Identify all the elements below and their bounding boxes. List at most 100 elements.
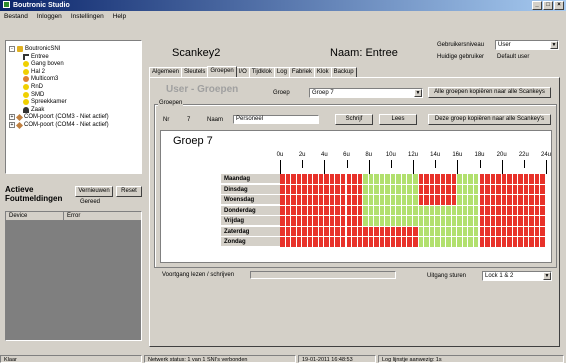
- name-label: Naam: [207, 117, 224, 123]
- device-tree[interactable]: - BoutronicSNI Entree Gang boven Hal 2 Multic…: [5, 40, 142, 174]
- schedule-cell[interactable]: [540, 195, 546, 206]
- tab-groepen[interactable]: Groepen: [207, 66, 237, 77]
- menu-help[interactable]: Help: [113, 11, 126, 22]
- tab-algemeen[interactable]: Algemeen: [149, 67, 183, 77]
- progress-bar: [250, 271, 396, 279]
- bulb-icon: [23, 68, 29, 75]
- hour-label: 14u: [430, 152, 441, 158]
- user-level-select[interactable]: User ▼: [495, 40, 559, 50]
- expand-icon[interactable]: +: [9, 114, 15, 121]
- hour-tick: [501, 160, 503, 174]
- tab-log[interactable]: Log: [273, 67, 290, 77]
- nr-label: Nr: [163, 117, 170, 123]
- hour-label: 16u: [452, 152, 463, 158]
- expand-icon[interactable]: +: [9, 122, 15, 128]
- schedule-grid[interactable]: Maandag Dinsdag Woensdag Donderdag Vrijdag Za…: [221, 174, 546, 261]
- entrance-icon: [23, 53, 29, 60]
- tab-backup[interactable]: Backup: [330, 67, 357, 77]
- day-label: Donderdag: [221, 205, 280, 216]
- hour-label: 10u: [385, 152, 396, 158]
- nr-value: 7: [187, 117, 191, 123]
- minimize-button[interactable]: _: [532, 1, 542, 10]
- bulb-icon: [23, 99, 29, 106]
- window-titlebar[interactable]: Boutronic Studio _ □ ×: [0, 0, 566, 11]
- status-network: Netwerk status: 1 van 1 SNI's verbonden: [144, 355, 296, 363]
- schedule-cell[interactable]: [540, 184, 546, 195]
- read-button[interactable]: Lees: [379, 114, 417, 125]
- output-select[interactable]: Lock 1 & 2 ▼: [482, 271, 552, 281]
- schedule-cell[interactable]: [540, 174, 546, 185]
- tab-tijdklok[interactable]: Tijdklok: [248, 67, 275, 77]
- group-schedule: Groep 7 Maandag Dinsdag Woensdag Donderdag V…: [160, 130, 552, 263]
- maximize-button[interactable]: □: [543, 1, 553, 10]
- menu-inloggen[interactable]: Inloggen: [37, 11, 62, 22]
- hour-label: 18u: [474, 152, 485, 158]
- hour-tick: [457, 160, 459, 174]
- hour-label: 24u: [540, 152, 552, 158]
- app-icon: [3, 1, 10, 8]
- refresh-button[interactable]: Vernieuwen: [75, 186, 113, 197]
- hour-tick: [523, 160, 525, 168]
- hour-tick: [479, 160, 481, 168]
- write-button[interactable]: Schrijf: [335, 114, 373, 125]
- day-label: Woensdag: [221, 195, 280, 205]
- hour-label: 22u: [518, 152, 529, 158]
- progress-label: Voortgang lezen / schrijven: [162, 272, 235, 278]
- column-error[interactable]: Error: [64, 212, 141, 220]
- chevron-down-icon[interactable]: ▼: [543, 272, 551, 280]
- bulb-icon: [23, 61, 29, 68]
- column-device[interactable]: Device: [6, 212, 64, 220]
- status-log: Log lijnstje aanwezig: 1s: [378, 355, 564, 363]
- errors-list[interactable]: Device Error: [5, 211, 142, 341]
- server-icon: [17, 46, 23, 52]
- port-icon: [15, 113, 24, 121]
- hour-label: 8u: [365, 152, 372, 158]
- copy-group-button[interactable]: Deze groep kopiëren naar alle Scankey's: [428, 114, 551, 125]
- multicom-icon: [23, 76, 29, 83]
- tab-sleutels[interactable]: Sleutels: [181, 67, 209, 77]
- hour-tick: [368, 160, 370, 174]
- collapse-icon[interactable]: -: [9, 46, 15, 52]
- hour-tick: [324, 160, 326, 174]
- reset-button[interactable]: Reset: [116, 186, 142, 197]
- tree-item[interactable]: + COM-poort (COM4 - Niet actief): [9, 121, 109, 129]
- statusbar: Klaar Netwerk status: 1 van 1 SNI's verb…: [0, 355, 566, 363]
- current-user-value: Default user: [497, 54, 530, 60]
- copy-all-groups-button[interactable]: Alle groepen kopiëren naar alle Scankeys: [428, 87, 551, 98]
- schedule-cell[interactable]: [540, 205, 546, 216]
- menu-bestand[interactable]: Bestand: [4, 11, 28, 22]
- tab-fabriek[interactable]: Fabriek: [288, 67, 315, 77]
- user-level-value: User: [498, 42, 511, 48]
- chevron-down-icon[interactable]: ▼: [414, 89, 422, 97]
- menu-instellingen[interactable]: Instellingen: [71, 11, 104, 22]
- window-title: Boutronic Studio: [13, 2, 70, 9]
- groups-groupbox-label: Groepen: [158, 100, 184, 106]
- errors-status: Gereed: [80, 199, 101, 205]
- menubar: Bestand Inloggen Instellingen Help: [0, 11, 566, 22]
- bulb-icon: [23, 91, 29, 98]
- chevron-down-icon[interactable]: ▼: [550, 41, 558, 49]
- group-select-value: Groep 7: [312, 90, 334, 96]
- hour-label: 4u: [320, 152, 328, 158]
- hour-label: 2u: [298, 152, 306, 158]
- schedule-cell[interactable]: [540, 237, 546, 248]
- hour-label: 0u: [276, 152, 284, 158]
- tab-strip: Algemeen Sleutels Groepen I/O Tijdklok Log Fab…: [149, 66, 357, 77]
- current-user-label: Huidige gebruiker: [437, 54, 485, 60]
- status-datetime: 19-01-2011 16:48:53: [298, 355, 376, 363]
- hour-tick: [346, 160, 348, 168]
- day-label: Zaterdag: [221, 226, 280, 237]
- schedule-cell[interactable]: [540, 216, 546, 227]
- day-label: Zondag: [221, 237, 280, 247]
- tab-i-o[interactable]: I/O: [235, 67, 250, 77]
- device-title: Scankey2: [172, 47, 221, 59]
- schedule-cell[interactable]: [540, 226, 546, 237]
- group-label: Groep: [273, 90, 290, 96]
- tab-klok[interactable]: Klok: [313, 67, 332, 77]
- group-name-input[interactable]: Personeel: [233, 115, 319, 124]
- hour-tick: [302, 160, 304, 168]
- close-button[interactable]: ×: [554, 1, 564, 10]
- section-heading: User - Groepen: [166, 84, 239, 95]
- group-select[interactable]: Groep 7 ▼: [309, 88, 423, 98]
- day-label: Dinsdag: [221, 184, 280, 195]
